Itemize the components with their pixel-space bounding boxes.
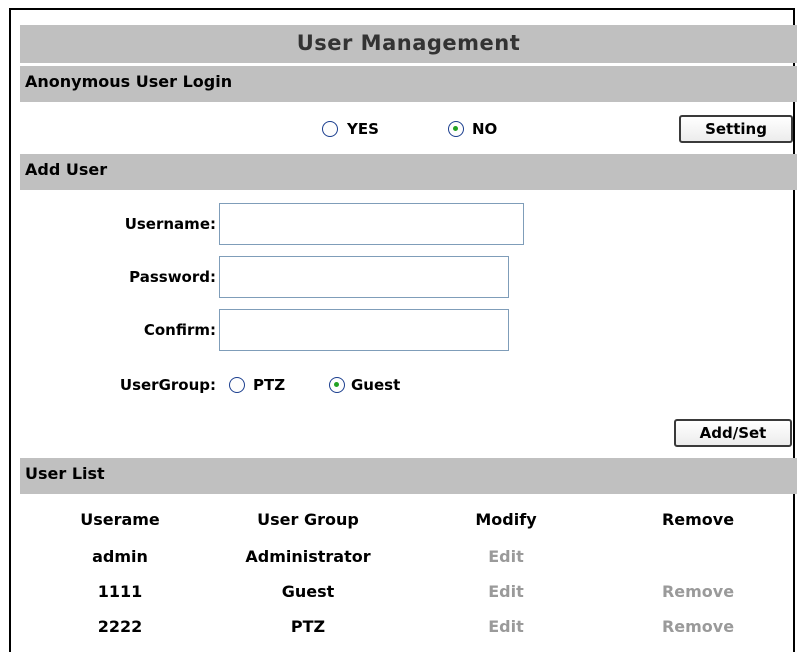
anonymous-login-header: Anonymous User Login <box>20 66 797 102</box>
confirm-input[interactable] <box>219 309 509 351</box>
setting-button[interactable]: Setting <box>679 115 793 143</box>
page-title: User Management <box>296 31 521 55</box>
add-user-label: Add User <box>25 160 108 179</box>
title-bar: User Management <box>20 25 797 63</box>
edit-link[interactable]: Edit <box>426 547 586 566</box>
add-user-header: Add User <box>20 154 797 190</box>
table-row-group: PTZ <box>290 617 326 636</box>
table-row-username: 2222 <box>97 617 143 636</box>
usergroup-label: UserGroup: <box>119 376 216 394</box>
column-header-remove: Remove <box>661 510 735 529</box>
password-label: Password: <box>129 268 216 286</box>
password-input[interactable] <box>219 256 509 298</box>
anonymous-no-radio[interactable] <box>448 121 464 137</box>
usergroup-ptz-label[interactable]: PTZ <box>253 376 285 394</box>
usergroup-ptz-radio[interactable] <box>229 377 245 393</box>
usergroup-guest-label[interactable]: Guest <box>351 376 400 394</box>
table-row-username: admin <box>92 547 148 566</box>
user-list-label: User List <box>25 464 105 483</box>
table-row-username: 1111 <box>97 582 143 601</box>
table-row-group: Guest <box>281 582 335 601</box>
username-label: Username: <box>124 215 216 233</box>
anonymous-yes-radio[interactable] <box>322 121 338 137</box>
edit-link[interactable]: Edit <box>426 617 586 636</box>
anonymous-no-label[interactable]: NO <box>472 120 497 138</box>
confirm-label: Confirm: <box>143 321 216 339</box>
anonymous-yes-label[interactable]: YES <box>347 120 379 138</box>
usergroup-guest-radio[interactable] <box>329 377 345 393</box>
column-header-modify: Modify <box>475 510 537 529</box>
username-input[interactable] <box>219 203 524 245</box>
remove-link[interactable]: Remove <box>618 617 778 636</box>
column-header-user-group: User Group <box>257 510 359 529</box>
remove-link[interactable]: Remove <box>618 582 778 601</box>
table-row-group: Administrator <box>245 547 371 566</box>
user-list-header: User List <box>20 458 797 494</box>
anonymous-login-label: Anonymous User Login <box>25 72 233 91</box>
edit-link[interactable]: Edit <box>426 582 586 601</box>
add-set-button[interactable]: Add/Set <box>674 419 792 447</box>
column-header-username: Userame <box>80 510 160 529</box>
